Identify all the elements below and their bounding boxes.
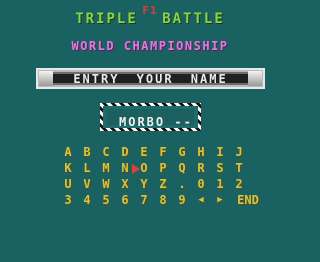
char-key-Q[interactable]: Q — [174, 161, 190, 175]
char-key-W[interactable]: W — [98, 177, 114, 191]
char-key-5[interactable]: 5 — [98, 193, 114, 207]
banner-right-cap — [248, 71, 262, 86]
char-key-Y[interactable]: Y — [136, 177, 152, 191]
entry-banner-label: ENTRY YOUR NAME — [73, 72, 228, 86]
char-key-6[interactable]: 6 — [117, 193, 133, 207]
char-key-3[interactable]: 3 — [60, 193, 76, 207]
char-key-2[interactable]: 2 — [231, 177, 247, 191]
char-key-I[interactable]: I — [212, 145, 228, 159]
char-key-7[interactable]: 7 — [136, 193, 152, 207]
char-key-8[interactable]: 8 — [155, 193, 171, 207]
name-entry-box: MORBO -- — [100, 103, 201, 131]
char-key-L[interactable]: L — [79, 161, 95, 175]
char-key-E[interactable]: E — [136, 145, 152, 159]
name-entry-value: MORBO -- — [119, 115, 193, 129]
char-key-dot[interactable]: . — [174, 177, 190, 191]
keyboard-row: KLMNOPQRST — [60, 161, 260, 177]
char-key-J[interactable]: J — [231, 145, 247, 159]
character-keyboard: A B C D E F G H I J K L M N O P Q R S T U V W X Y Z. 0 1 2 3 4 5 6 7 8 9 ◀ ▶ E… — [60, 145, 260, 209]
char-key-0[interactable]: 0 — [193, 177, 209, 191]
char-key-X[interactable]: X — [117, 177, 133, 191]
selection-cursor-icon — [132, 164, 140, 174]
char-key-4[interactable]: 4 — [79, 193, 95, 207]
char-key-N[interactable]: N — [117, 161, 133, 175]
char-key-M[interactable]: M — [98, 161, 114, 175]
end-key[interactable]: END — [233, 193, 263, 207]
entry-banner: ENTRY YOUR NAME — [36, 68, 265, 89]
char-key-G[interactable]: G — [174, 145, 190, 159]
logo-subtitle: WORLD CHAMPIONSHIP — [71, 39, 229, 53]
char-key-C[interactable]: C — [98, 145, 114, 159]
char-key-U[interactable]: U — [60, 177, 76, 191]
char-key-K[interactable]: K — [60, 161, 76, 175]
keyboard-row: UVWXYZ.012 — [60, 177, 260, 193]
char-key-1[interactable]: 1 — [212, 177, 228, 191]
char-key-S[interactable]: S — [212, 161, 228, 175]
char-key-D[interactable]: D — [117, 145, 133, 159]
name-entry-inner: MORBO -- — [107, 109, 194, 129]
char-key-T[interactable]: T — [231, 161, 247, 175]
keyboard-row: 3 4 5 6 7 8 9 ◀ ▶ END — [60, 193, 260, 209]
char-key-H[interactable]: H — [193, 145, 209, 159]
char-key-R[interactable]: R — [193, 161, 209, 175]
char-key-9[interactable]: 9 — [174, 193, 190, 207]
char-key-A[interactable]: A — [60, 145, 76, 159]
logo-title: TRIPLE BATTLE — [75, 11, 225, 27]
char-key-P[interactable]: P — [155, 161, 171, 175]
char-key-B[interactable]: B — [79, 145, 95, 159]
cursor-left-key[interactable]: ◀ — [193, 195, 209, 205]
char-key-V[interactable]: V — [79, 177, 95, 191]
keyboard-row: ABCDEFGHIJ — [60, 145, 260, 161]
char-key-Z[interactable]: Z — [155, 177, 171, 191]
char-key-F[interactable]: F — [155, 145, 171, 159]
cursor-right-key[interactable]: ▶ — [212, 195, 228, 205]
